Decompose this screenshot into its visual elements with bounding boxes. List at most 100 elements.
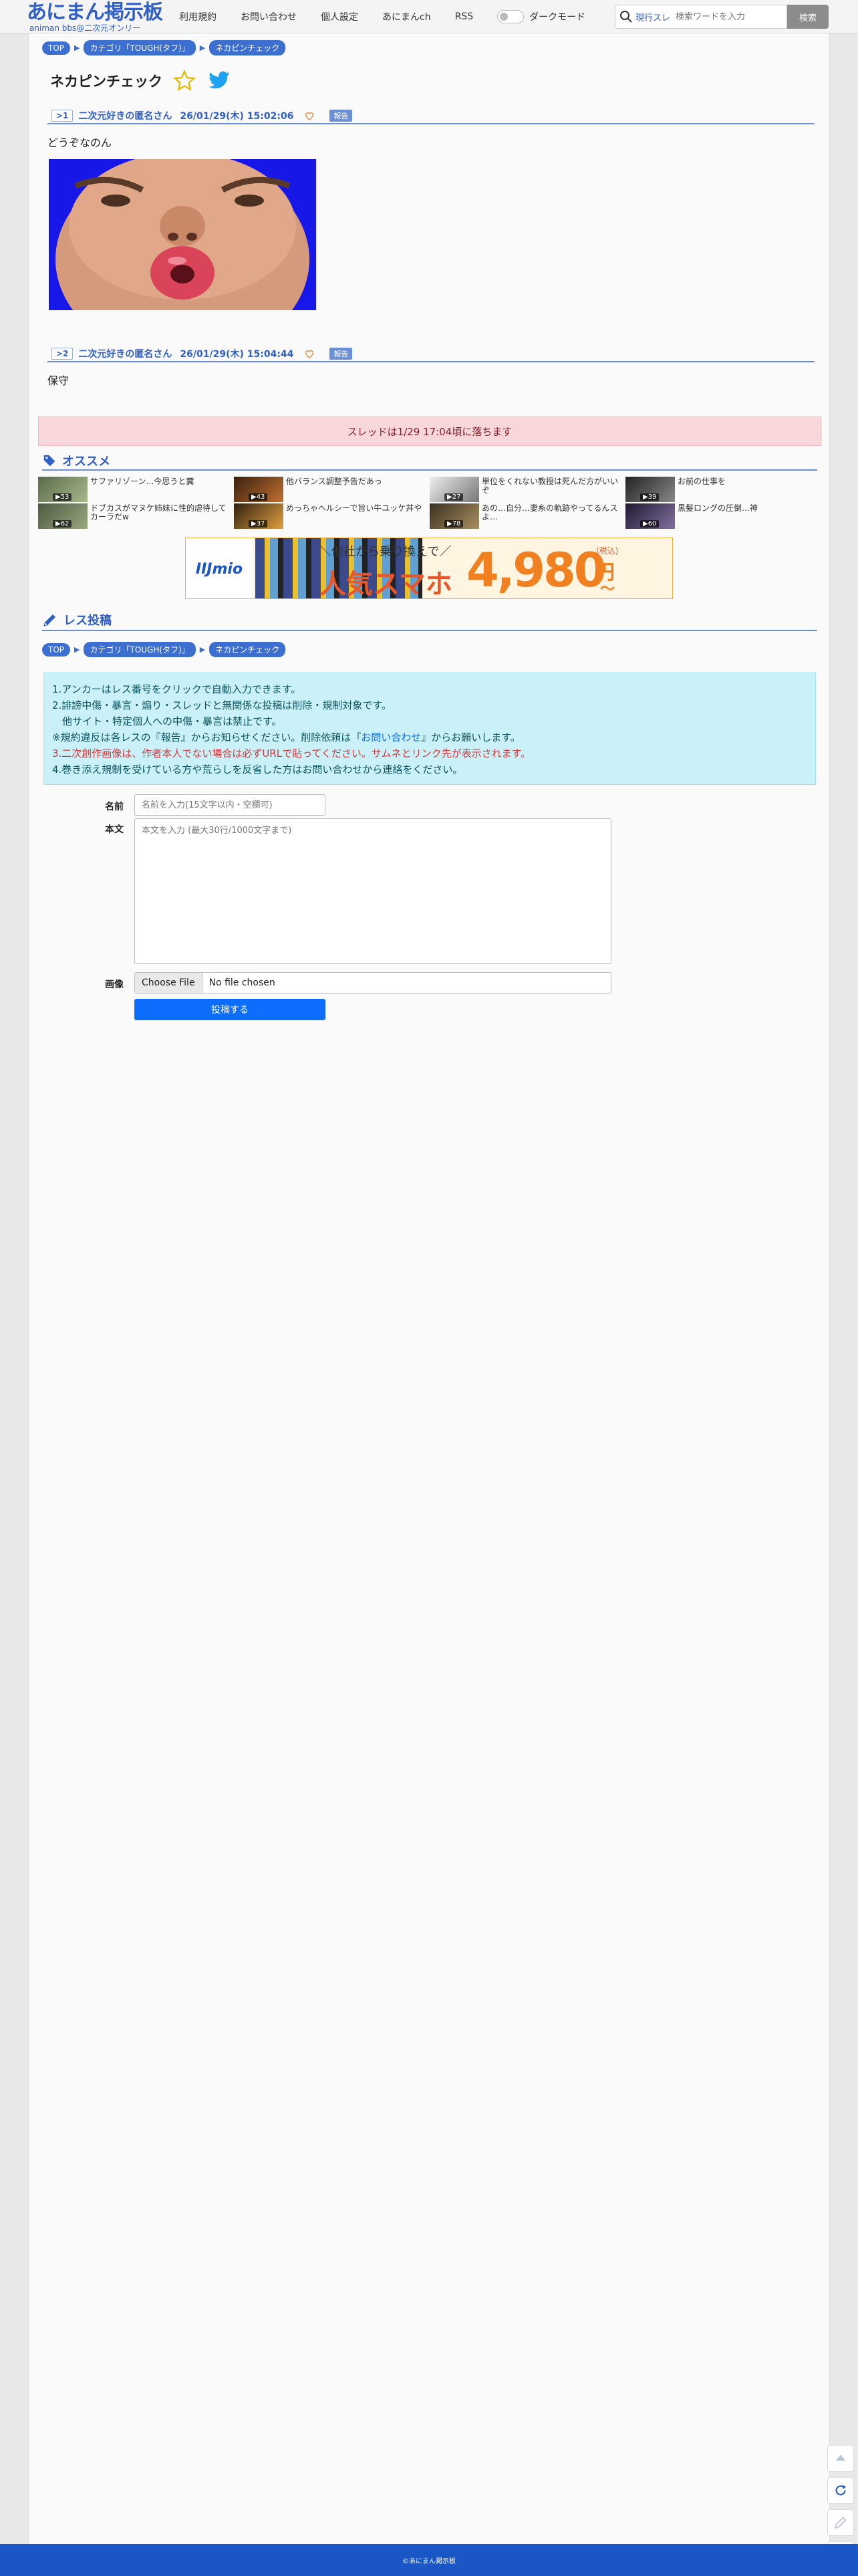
toggle-switch[interactable] xyxy=(497,10,525,23)
breadcrumb: TOP ▶ カテゴリ「TOUGH(タフ)」 ▶ ネカピンチェック xyxy=(42,40,286,55)
recommend-text: めっちゃヘルシーで旨い牛ユッケ丼や xyxy=(286,504,422,513)
dark-mode-toggle[interactable]: ダークモード xyxy=(497,10,585,23)
rule-line: 4.巻き添え規制を受けている方や荒らしを反省した方はお問い合わせから連絡をくださ… xyxy=(52,764,463,776)
posting-rules: 1.アンカーはレス番号をクリックで自動入力できます。 2.誹謗中傷・暴言・煽り・… xyxy=(43,673,816,785)
post-header-1: >1 二次元好きの匿名さん 26/01/29(木) 15:02:06 報告 xyxy=(47,108,815,124)
breadcrumb-category[interactable]: カテゴリ「TOUGH(タフ)」 xyxy=(84,642,196,657)
twitter-icon[interactable] xyxy=(208,71,231,91)
post-date: 26/01/29(木) 15:04:44 xyxy=(180,349,294,360)
recommend-item[interactable]: ▶27 単位をくれない教授は死んだ方がいいぞ xyxy=(430,477,625,502)
post-body-2: 保守 xyxy=(47,374,69,387)
ad-banner[interactable]: IIJmio ＼他社から乗り換えで／ 人気スマホ 4,980 (税込) 円 〜 xyxy=(185,538,673,599)
thumbnail: ▶27 xyxy=(430,477,479,502)
reply-count: ▶37 xyxy=(249,520,268,528)
pencil-icon xyxy=(834,2516,847,2529)
name-field[interactable] xyxy=(134,794,325,816)
site-logo[interactable]: あにまん掲示板 animan bbs@二次元オンリー xyxy=(27,1,167,33)
choose-file-button[interactable]: Choose File xyxy=(135,973,202,993)
rule-line: ※規約違反は各レスの『報告』からお知らせください。削除依頼は『お問い合わせ』から… xyxy=(52,729,807,745)
thread-title: ネカピンチェック xyxy=(50,74,162,90)
logo-title: あにまん掲示板 xyxy=(27,1,163,24)
recommend-text: 黒髪ロングの圧倒…神 xyxy=(678,504,758,513)
recommend-item[interactable]: ▶43 他バランス調整予告だあっ xyxy=(234,477,430,502)
ad-main-text: 人気スマホ xyxy=(319,569,452,599)
nav-rss[interactable]: RSS xyxy=(455,11,474,22)
dark-mode-label: ダークモード xyxy=(529,12,586,23)
rule-line: 他サイト・特定個人への中傷・暴言は禁止です。 xyxy=(52,715,282,727)
heart-icon[interactable] xyxy=(304,110,315,121)
reply-count: ▶53 xyxy=(53,493,72,501)
recommend-header: オススメ xyxy=(42,452,817,471)
recommend-item[interactable]: ▶62 ドブカスがマヌケ姉妹に性的虐待してカーラだw xyxy=(38,503,234,529)
breadcrumb-bottom: TOP ▶ カテゴリ「TOUGH(タフ)」 ▶ ネカピンチェック xyxy=(42,642,286,657)
recommend-title: オススメ xyxy=(62,455,110,469)
logo-subtitle: animan bbs@二次元オンリー xyxy=(29,23,141,33)
rule-text: ※規約違反は各レスの『報告』からお知らせください。削除依頼は『 xyxy=(52,731,362,743)
compose-button[interactable] xyxy=(827,2509,854,2536)
breadcrumb-separator: ▶ xyxy=(74,43,80,52)
breadcrumb-separator: ▶ xyxy=(199,645,206,654)
contact-link[interactable]: お問い合わせ xyxy=(361,731,421,743)
tag-icon xyxy=(43,455,55,467)
reply-count: ▶27 xyxy=(444,493,464,501)
search-bar: 現行スレ 検索 xyxy=(615,5,829,29)
recommend-text: お前の仕事を xyxy=(678,477,726,486)
recommend-text: 単位をくれない教授は死んだ方がいいぞ xyxy=(482,477,619,495)
search-button[interactable]: 検索 xyxy=(787,5,829,29)
post-number[interactable]: >2 xyxy=(51,348,74,360)
face-photo xyxy=(49,159,316,310)
reply-count: ▶43 xyxy=(249,493,268,501)
breadcrumb-separator: ▶ xyxy=(199,43,206,52)
reload-button[interactable] xyxy=(827,2477,854,2504)
ad-price: 4,980 xyxy=(466,543,606,598)
recommend-text: 他バランス調整予告だあっ xyxy=(286,477,382,486)
post-author: 二次元好きの匿名さん xyxy=(78,349,172,360)
scroll-top-button[interactable] xyxy=(827,2445,854,2472)
ad-tax: (税込) xyxy=(596,546,619,556)
breadcrumb-top[interactable]: TOP xyxy=(42,41,71,55)
image-file-input[interactable]: Choose File No file chosen xyxy=(134,972,611,993)
search-input[interactable] xyxy=(676,11,776,22)
thread-expire-notice: スレッドは1/29 17:04頃に落ちます xyxy=(38,417,821,446)
thumbnail: ▶53 xyxy=(38,477,88,502)
toggle-knob xyxy=(500,13,509,21)
site-footer: ©あにまん掲示板 xyxy=(0,2544,858,2576)
site-header: あにまん掲示板 animan bbs@二次元オンリー 利用規約 お問い合わせ 個… xyxy=(0,0,858,33)
file-status: No file chosen xyxy=(208,977,275,988)
pencil-icon xyxy=(43,614,55,626)
recommend-item[interactable]: ▶78 あの…自分…妻糸の軌跡やってるんスよ… xyxy=(430,503,625,529)
breadcrumb-thread[interactable]: ネカピンチェック xyxy=(209,642,286,657)
search-scope[interactable]: 現行スレ xyxy=(635,11,670,23)
recommend-item[interactable]: ▶53 サファリゾーン…今思うと糞 xyxy=(38,477,234,502)
favorite-star-icon[interactable] xyxy=(173,70,196,92)
rule-text: 』からお願いします。 xyxy=(421,731,521,743)
rule-line: 2.誹謗中傷・暴言・煽り・スレッドと無関係な投稿は削除・規制対象です。 xyxy=(52,699,392,711)
nav-settings[interactable]: 個人設定 xyxy=(321,10,358,23)
post-author: 二次元好きの匿名さん xyxy=(78,111,172,122)
breadcrumb-category[interactable]: カテゴリ「TOUGH(タフ)」 xyxy=(84,40,196,55)
reply-title: レス投稿 xyxy=(63,614,112,628)
nav-terms[interactable]: 利用規約 xyxy=(179,10,217,23)
post-number[interactable]: >1 xyxy=(51,110,74,122)
recommend-text: ドブカスがマヌケ姉妹に性的虐待してカーラだw xyxy=(90,504,227,521)
thread-title-row: ネカピンチェック xyxy=(50,70,231,92)
reply-count: ▶60 xyxy=(640,520,660,528)
ad-brand: IIJmio xyxy=(195,560,243,578)
recommend-item[interactable]: ▶37 めっちゃヘルシーで旨い牛ユッケ丼や xyxy=(234,503,430,529)
breadcrumb-top[interactable]: TOP xyxy=(42,642,71,657)
heart-icon[interactable] xyxy=(304,348,315,359)
post-image[interactable] xyxy=(49,159,316,310)
thumbnail: ▶43 xyxy=(234,477,283,502)
nav-animanch[interactable]: あにまんch xyxy=(382,10,431,23)
main-content: TOP ▶ カテゴリ「TOUGH(タフ)」 ▶ ネカピンチェック ネカピンチェッ… xyxy=(28,33,830,2544)
recommend-item[interactable]: ▶39 お前の仕事を xyxy=(625,477,821,502)
report-button[interactable]: 報告 xyxy=(329,348,353,360)
body-textarea[interactable] xyxy=(134,818,611,964)
reply-count: ▶62 xyxy=(53,520,72,528)
recommend-item[interactable]: ▶60 黒髪ロングの圧倒…神 xyxy=(625,503,821,529)
submit-button[interactable]: 投稿する xyxy=(134,999,325,1020)
nav-contact[interactable]: お問い合わせ xyxy=(241,10,297,23)
breadcrumb-thread[interactable]: ネカピンチェック xyxy=(209,40,286,55)
report-button[interactable]: 報告 xyxy=(329,110,353,122)
ad-brand-box: IIJmio xyxy=(186,538,253,598)
